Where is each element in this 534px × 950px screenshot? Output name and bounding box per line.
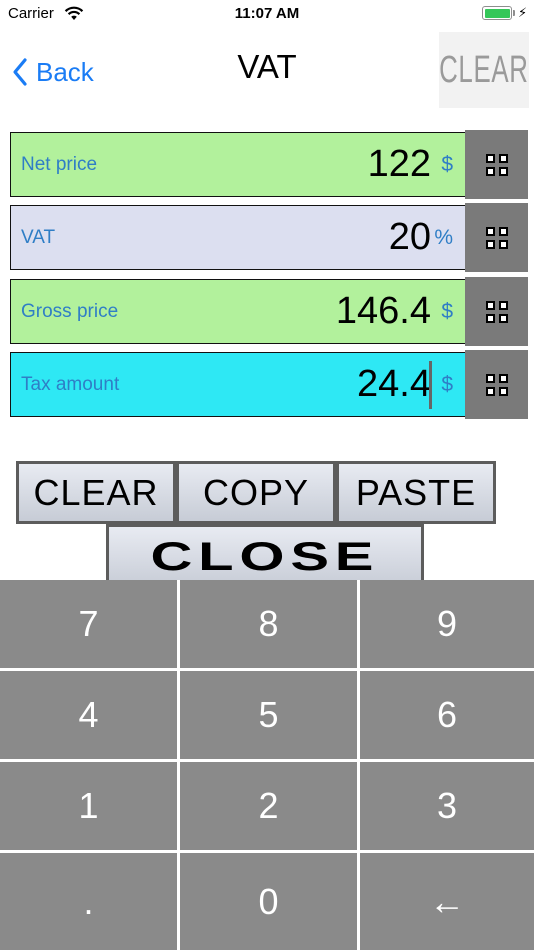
gross-price-label: Gross price [21, 300, 119, 322]
gross-price-input[interactable]: Gross price 146.4 $ [10, 279, 466, 344]
charging-bolt-icon: ⚡︎ [518, 5, 528, 20]
tax-amount-value: 24.4 [357, 363, 431, 405]
clear-field-button[interactable]: CLEAR [16, 461, 176, 524]
paste-button-label: PASTE [355, 471, 477, 513]
grid-icon [485, 300, 508, 323]
clear-all-button[interactable]: CLEAR [439, 32, 529, 108]
currency-unit: $ [441, 152, 453, 176]
vat-rate-input[interactable]: VAT 20 % [10, 205, 466, 270]
status-bar: Carrier 11:07 AM ⚡︎ [0, 0, 534, 30]
chevron-left-icon [13, 58, 27, 86]
battery-level [484, 8, 510, 18]
key-2[interactable]: 2 [180, 762, 357, 850]
key-6[interactable]: 6 [360, 671, 534, 759]
vat-rate-keypad-button[interactable] [465, 203, 528, 272]
back-button-label: Back [36, 56, 94, 87]
key-5[interactable]: 5 [180, 671, 357, 759]
back-button[interactable]: Back [12, 50, 94, 94]
grid-icon [485, 373, 508, 396]
key-3[interactable]: 3 [360, 762, 534, 850]
key-8[interactable]: 8 [180, 580, 357, 668]
battery-icon [482, 6, 512, 20]
vat-calculator-screen: Carrier 11:07 AM ⚡︎ Back VAT CLEAR Net p… [0, 0, 534, 950]
text-cursor [429, 361, 432, 409]
currency-unit: $ [441, 299, 453, 323]
field-gross-price: Gross price 146.4 $ [10, 277, 528, 346]
net-price-value: 122 [367, 143, 431, 185]
gross-price-keypad-button[interactable] [465, 277, 528, 346]
clear-field-button-label: CLEAR [33, 471, 159, 513]
clear-all-button-label: CLEAR [439, 48, 529, 91]
paste-button[interactable]: PASTE [336, 461, 496, 524]
net-price-label: Net price [21, 153, 98, 175]
tax-amount-input[interactable]: Tax amount 24.4 $ [10, 352, 466, 417]
key-7[interactable]: 7 [0, 580, 177, 668]
field-vat-rate: VAT 20 % [10, 203, 528, 272]
battery-tip [513, 10, 515, 16]
currency-unit: $ [441, 372, 453, 396]
tax-amount-label: Tax amount [21, 373, 120, 395]
key-decimal[interactable]: . [0, 853, 177, 950]
gross-price-value: 146.4 [335, 290, 431, 332]
key-9[interactable]: 9 [360, 580, 534, 668]
key-4[interactable]: 4 [0, 671, 177, 759]
vat-rate-label: VAT [21, 226, 56, 248]
key-0[interactable]: 0 [180, 853, 357, 950]
backspace-key[interactable]: ← [360, 853, 534, 950]
field-net-price: Net price 122 $ [10, 130, 528, 199]
vat-rate-value: 20 [388, 216, 431, 258]
close-keypad-button-label: CLOSE [150, 534, 380, 579]
key-1[interactable]: 1 [0, 762, 177, 850]
grid-icon [485, 153, 508, 176]
grid-icon [485, 226, 508, 249]
tax-amount-keypad-button[interactable] [465, 350, 528, 419]
copy-button-label: COPY [202, 471, 310, 513]
net-price-input[interactable]: Net price 122 $ [10, 132, 466, 197]
numeric-keypad: 7 8 9 4 5 6 1 2 3 . 0 ← [0, 580, 534, 950]
percent-unit: % [434, 225, 453, 249]
copy-button[interactable]: COPY [176, 461, 336, 524]
clock: 11:07 AM [234, 5, 300, 22]
field-tax-amount: Tax amount 24.4 $ [10, 350, 528, 419]
net-price-keypad-button[interactable] [465, 130, 528, 199]
